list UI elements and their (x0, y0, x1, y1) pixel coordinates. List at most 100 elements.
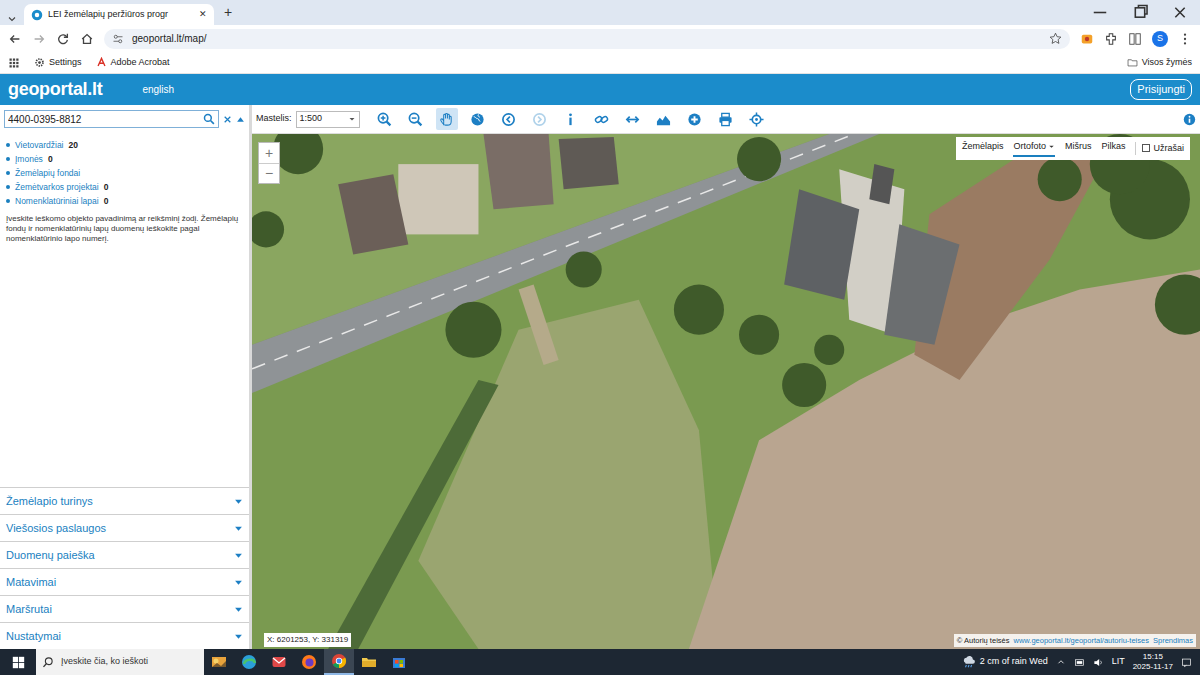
mail-icon[interactable] (271, 654, 287, 670)
home-icon[interactable] (80, 32, 94, 46)
scale-select[interactable]: 1:500 (296, 111, 360, 128)
volume-icon[interactable] (1093, 657, 1104, 668)
taskbar-app[interactable] (324, 649, 354, 675)
tab-close-button[interactable]: ✕ (199, 8, 207, 22)
locate-icon[interactable] (749, 112, 764, 127)
layer-label[interactable]: Mišrus (1065, 140, 1092, 154)
side-panel-icon[interactable] (1128, 32, 1142, 46)
print-icon[interactable] (718, 112, 733, 127)
collapse-icon[interactable] (236, 115, 245, 124)
taskbar-app[interactable] (264, 649, 294, 675)
taskbar-app[interactable] (294, 649, 324, 675)
result-label[interactable]: Žemėlapių fondai (15, 166, 80, 180)
caret-icon[interactable] (234, 605, 243, 614)
restore-icon[interactable] (1120, 0, 1160, 25)
layer-label[interactable]: Ortofoto (1013, 140, 1046, 154)
firefox-icon[interactable] (301, 654, 317, 670)
result-category[interactable]: Žemėlapių fondai (6, 166, 243, 180)
bookmark-item[interactable]: Settings (34, 56, 82, 70)
solution-link[interactable]: Sprendimas (1153, 635, 1193, 646)
all-bookmarks-label[interactable]: Visos žymės (1142, 56, 1192, 70)
scale-value[interactable]: 1:500 (300, 112, 323, 126)
tool-button[interactable] (715, 108, 737, 130)
help-icon[interactable] (1183, 113, 1196, 126)
accordion-label[interactable]: Žemėlapio turinys (6, 493, 93, 510)
taskbar-app[interactable] (384, 649, 414, 675)
result-label[interactable]: Vietovardžiai (15, 138, 64, 152)
search-icon[interactable] (42, 656, 54, 668)
layer-label[interactable]: Žemėlapis (962, 140, 1004, 154)
accordion-label[interactable]: Matavimai (6, 574, 56, 591)
tool-button[interactable] (622, 108, 644, 130)
accordion-label[interactable]: Duomenų paieška (6, 547, 95, 564)
result-category[interactable]: Nomenklatūriniai lapai0 (6, 194, 243, 208)
start-button[interactable] (0, 649, 36, 675)
zoomin-icon[interactable] (377, 112, 392, 127)
accordion-item[interactable]: Viešosios paslaugos (0, 514, 249, 541)
browser-tab[interactable]: LEI žemėlapių peržiūros progr✕ (24, 4, 214, 25)
layer-option[interactable]: Pilkas (1101, 140, 1125, 157)
caret-icon[interactable] (234, 551, 243, 560)
caret-icon[interactable] (234, 632, 243, 641)
edge-icon[interactable] (241, 654, 257, 670)
link-icon[interactable] (594, 112, 609, 127)
weather-widget[interactable]: 2 cm of rain Wed (962, 655, 1048, 669)
language-link[interactable]: english (142, 82, 174, 97)
taskbar-app[interactable] (354, 649, 384, 675)
accordion-item[interactable]: Duomenų paieška (0, 541, 249, 568)
measure-icon[interactable] (625, 112, 640, 127)
zoom-in-button[interactable]: + (259, 143, 279, 163)
search-field[interactable] (4, 110, 219, 128)
labels-toggle[interactable]: Užrašai (1135, 142, 1184, 156)
labels-checkbox[interactable] (1142, 144, 1150, 152)
chrome-icon[interactable] (331, 653, 347, 669)
aerial-photo[interactable] (252, 134, 1200, 649)
pan-icon[interactable] (439, 112, 454, 127)
tool-button[interactable] (405, 108, 427, 130)
address-text[interactable]: geoportal.lt/map/ (132, 31, 207, 46)
tool-button[interactable] (467, 108, 489, 130)
profile-icon[interactable] (656, 112, 671, 127)
address-field[interactable]: geoportal.lt/map/ (104, 29, 1070, 49)
caret-icon[interactable] (234, 578, 243, 587)
clock-time[interactable]: 15:15 (1143, 652, 1163, 662)
tool-button[interactable] (746, 108, 768, 130)
menu-icon[interactable] (1178, 32, 1192, 46)
forward-icon[interactable] (32, 32, 46, 46)
zoom-out-button[interactable]: − (259, 163, 279, 183)
tab-list-icon[interactable] (6, 13, 18, 25)
map-view[interactable]: +−ŽemėlapisOrtofotoMišrusPilkasUžrašaiX:… (252, 134, 1200, 649)
show-hidden-icons-icon[interactable] (1056, 657, 1066, 667)
bookmark-star-icon[interactable] (1049, 32, 1062, 45)
profile-button[interactable]: S (1152, 31, 1168, 47)
accordion-label[interactable]: Maršrutai (6, 601, 52, 618)
globe-icon[interactable] (470, 112, 485, 127)
tool-button[interactable] (436, 108, 458, 130)
weather-text[interactable]: 2 cm of rain Wed (980, 655, 1048, 669)
labels-label[interactable]: Užrašai (1153, 142, 1184, 156)
clear-search-icon[interactable] (223, 115, 232, 124)
network-icon[interactable] (1074, 657, 1085, 668)
result-label[interactable]: Žemėtvarkos projektai (15, 180, 99, 194)
site-logo[interactable]: geoportal.lt (8, 76, 102, 103)
result-label[interactable]: Nomenklatūriniai lapai (15, 194, 99, 208)
back-icon[interactable] (501, 112, 516, 127)
close-window-icon[interactable] (1160, 0, 1200, 25)
windows-logo-icon[interactable] (12, 656, 25, 669)
extension-icon[interactable] (1080, 32, 1094, 46)
result-label[interactable]: Įmonės (15, 152, 43, 166)
all-bookmarks[interactable]: Visos žymės (1127, 56, 1192, 70)
extensions-icon[interactable] (1104, 32, 1118, 46)
tool-button[interactable] (560, 108, 582, 130)
apps-icon[interactable] (8, 57, 20, 69)
copyright-link[interactable]: www.geoportal.lt/geoportal/autoriu-teise… (1013, 635, 1149, 646)
layer-option[interactable]: Ortofoto (1013, 140, 1055, 157)
identify-icon[interactable] (563, 112, 578, 127)
bookmark-label[interactable]: Adobe Acrobat (111, 56, 170, 70)
caret-icon[interactable] (234, 524, 243, 533)
accordion-item[interactable]: Žemėlapio turinys (0, 487, 249, 514)
zoomout-icon[interactable] (408, 112, 423, 127)
result-category[interactable]: Vietovardžiai20 (6, 138, 243, 152)
add-icon[interactable] (687, 112, 702, 127)
accordion-label[interactable]: Viešosios paslaugos (6, 520, 106, 537)
